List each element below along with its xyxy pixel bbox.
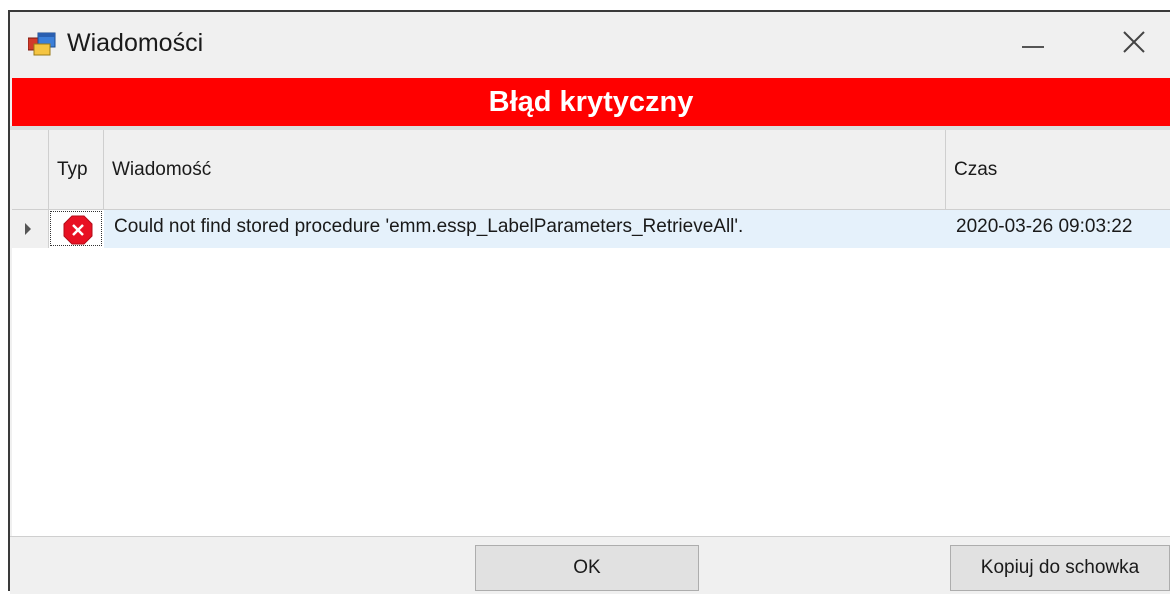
close-icon [1123, 31, 1145, 53]
ok-button[interactable]: OK [475, 545, 699, 591]
close-button[interactable] [1108, 12, 1164, 72]
column-header-type[interactable]: Typ [49, 130, 104, 210]
row-selector[interactable] [12, 210, 49, 248]
table-row[interactable]: Could not find stored procedure 'emm.ess… [12, 210, 1170, 248]
column-header-time[interactable]: Czas [946, 130, 1170, 210]
messages-window: Wiadomości Błąd krytyczny Typ Wiadomość … [8, 10, 1170, 594]
critical-error-banner: Błąd krytyczny [12, 78, 1170, 126]
minimize-icon [1022, 46, 1044, 48]
row-arrow-icon [25, 223, 31, 235]
error-icon [63, 215, 93, 245]
dialog-footer: OK Kopiuj do schowka [10, 536, 1170, 594]
app-window-icon [28, 32, 56, 56]
window-title: Wiadomości [67, 29, 204, 57]
messages-grid[interactable]: Typ Wiadomość Czas Could not find stored… [12, 130, 1170, 536]
header-row-indicator [12, 130, 49, 210]
copy-to-clipboard-button[interactable]: Kopiuj do schowka [950, 545, 1170, 591]
row-time-cell[interactable]: 2020-03-26 09:03:22 [946, 210, 1170, 248]
row-message-cell[interactable]: Could not find stored procedure 'emm.ess… [104, 210, 946, 248]
row-type-cell[interactable] [50, 211, 102, 246]
minimize-button[interactable] [1006, 12, 1062, 72]
title-bar[interactable]: Wiadomości [10, 12, 1170, 76]
column-header-message[interactable]: Wiadomość [104, 130, 946, 210]
